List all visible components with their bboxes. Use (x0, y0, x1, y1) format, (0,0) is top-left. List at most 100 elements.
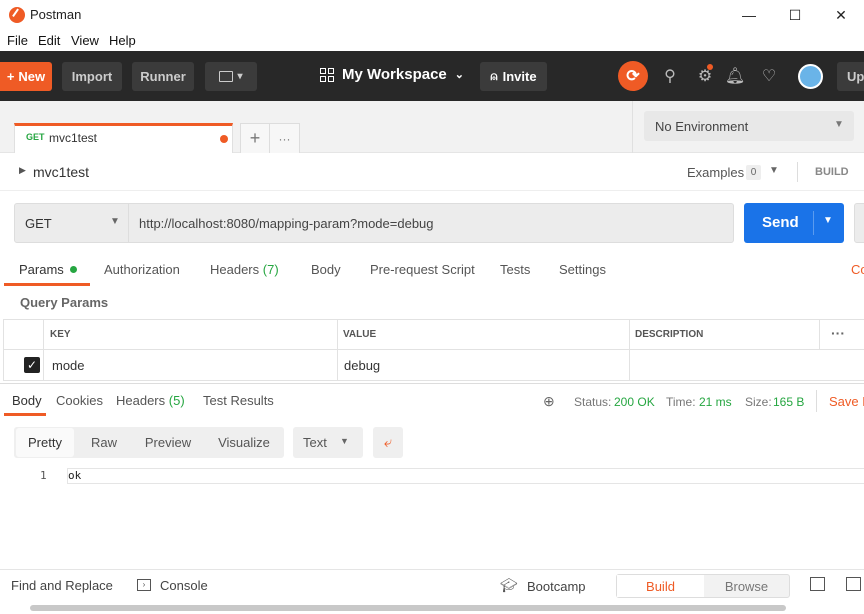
three-pane-icon[interactable] (846, 577, 861, 591)
chevron-down-icon[interactable]: ▼ (769, 165, 779, 176)
visualize-button[interactable]: Visualize (208, 428, 280, 457)
chevron-down-icon: ⌄ (454, 69, 464, 81)
heart-icon[interactable]: ♡ (759, 66, 779, 86)
request-name[interactable]: mvc1test (33, 164, 89, 180)
active-line (67, 468, 864, 484)
menu-file[interactable]: File (7, 33, 28, 48)
horizontal-scrollbar[interactable] (30, 605, 786, 611)
method-label: GET (25, 216, 52, 231)
menu-edit[interactable]: Edit (38, 33, 60, 48)
unsaved-dot[interactable] (220, 135, 228, 143)
satellite-icon[interactable]: ⚲ (660, 66, 680, 86)
workspace-selector[interactable]: My Workspace ⌄ (320, 66, 464, 83)
globe-icon[interactable]: ⊕ (543, 393, 555, 410)
tab-body[interactable]: Body (311, 262, 341, 277)
build-toggle[interactable]: Build (617, 575, 704, 597)
request-tab[interactable]: GET mvc1test (14, 123, 233, 153)
response-tab-headers[interactable]: Headers (5) (116, 393, 185, 408)
response-headers-count: (5) (168, 393, 185, 408)
build-label[interactable]: BUILD (815, 166, 849, 178)
value-header: VALUE (338, 320, 630, 350)
avatar[interactable] (798, 64, 823, 89)
environment-label: No Environment (655, 119, 749, 134)
chevron-down-icon: ▼ (110, 216, 120, 227)
menu-help[interactable]: Help (109, 33, 136, 48)
send-label: Send (762, 214, 799, 231)
new-window-button[interactable]: ▾ (205, 62, 257, 91)
two-pane-icon[interactable] (810, 577, 825, 591)
examples-label[interactable]: Examples (687, 165, 744, 180)
import-button[interactable]: Import (62, 62, 122, 91)
response-editor[interactable]: 1 ok (14, 468, 864, 484)
bootcamp-icon: 🎓︎ (500, 577, 518, 593)
workspace-label: My Workspace (342, 66, 447, 83)
add-tab-button[interactable]: + (240, 123, 270, 153)
tab-settings[interactable]: Settings (559, 262, 606, 277)
caret-right-icon[interactable]: ▶ (19, 165, 26, 176)
pane-divider[interactable] (0, 383, 864, 384)
browse-toggle[interactable]: Browse (704, 575, 789, 597)
headers-label: Headers (210, 262, 260, 277)
response-tab-test-results[interactable]: Test Results (203, 393, 274, 408)
tab-method: GET (26, 132, 45, 142)
divider (632, 101, 633, 153)
time-value: 21 ms (699, 395, 732, 409)
tab-authorization[interactable]: Authorization (104, 262, 180, 277)
minimize-button[interactable]: — (726, 0, 772, 30)
tab-headers[interactable]: Headers (7) (210, 262, 279, 277)
method-select[interactable]: GET ▼ (14, 203, 129, 243)
invite-button[interactable]: ⍝ Invite (480, 62, 547, 91)
chevron-down-icon: ▼ (834, 119, 844, 130)
examples-count: 0 (746, 165, 761, 180)
maximize-button[interactable]: ☐ (772, 0, 818, 30)
chevron-down-icon[interactable]: ▼ (823, 215, 833, 226)
request-title-bar: ▶ mvc1test Examples 0 ▼ BUILD (0, 153, 864, 191)
console-button[interactable]: Console (160, 578, 208, 593)
more-options-icon[interactable]: ··· (831, 325, 845, 341)
pretty-button[interactable]: Pretty (16, 428, 74, 457)
response-headers-label: Headers (116, 393, 166, 408)
new-button[interactable]: + New (0, 62, 52, 91)
grid-icon (320, 67, 334, 82)
tab-params[interactable]: Params (19, 262, 78, 277)
headers-count: (7) (262, 262, 279, 277)
response-tab-cookies[interactable]: Cookies (56, 393, 103, 408)
param-value: debug (344, 358, 381, 373)
upgrade-button[interactable]: Up (837, 62, 864, 91)
divider (816, 390, 817, 412)
send-button[interactable]: Send ▼ (744, 203, 844, 243)
bulk-edit-cell: ··· (820, 320, 864, 350)
find-replace-button[interactable]: Find and Replace (11, 578, 113, 593)
description-header: DESCRIPTION (630, 320, 820, 350)
menu-view[interactable]: View (71, 33, 99, 48)
param-key-cell[interactable]: mode (44, 350, 338, 381)
bootcamp-button[interactable]: Bootcamp (527, 579, 586, 594)
tab-prerequest-script[interactable]: Pre-request Script (370, 262, 475, 277)
raw-button[interactable]: Raw (78, 428, 130, 457)
window-title: Postman (30, 7, 82, 22)
more-tabs-button[interactable]: ··· (270, 123, 300, 153)
divider (813, 211, 814, 235)
save-button[interactable] (854, 203, 864, 243)
bell-icon[interactable]: 🔔︎ (725, 66, 745, 86)
tab-tests[interactable]: Tests (500, 262, 530, 277)
cookies-link[interactable]: Co (851, 262, 864, 277)
description-header-label: DESCRIPTION (635, 329, 704, 340)
response-tab-body[interactable]: Body (12, 393, 42, 408)
window-icon (219, 71, 234, 82)
sync-icon[interactable]: ⟳ (618, 61, 648, 91)
environment-select[interactable]: No Environment ▼ (644, 111, 854, 141)
preview-button[interactable]: Preview (136, 428, 200, 457)
param-checkbox[interactable]: ✓ (24, 357, 40, 373)
response-body-text: ok (68, 469, 82, 482)
format-select[interactable]: Text ▼ (293, 427, 363, 458)
wrap-lines-icon[interactable]: ⤶ (373, 427, 403, 458)
runner-button[interactable]: Runner (132, 62, 194, 91)
url-input[interactable]: http://localhost:8080/mapping-param?mode… (129, 203, 734, 243)
param-description-cell[interactable] (630, 350, 864, 381)
checkbox-cell: ✓ (3, 350, 44, 381)
close-button[interactable]: ✕ (818, 0, 864, 30)
key-header-label: KEY (50, 329, 71, 340)
save-response-button[interactable]: Save R (829, 394, 864, 409)
param-value-cell[interactable]: debug (338, 350, 630, 381)
